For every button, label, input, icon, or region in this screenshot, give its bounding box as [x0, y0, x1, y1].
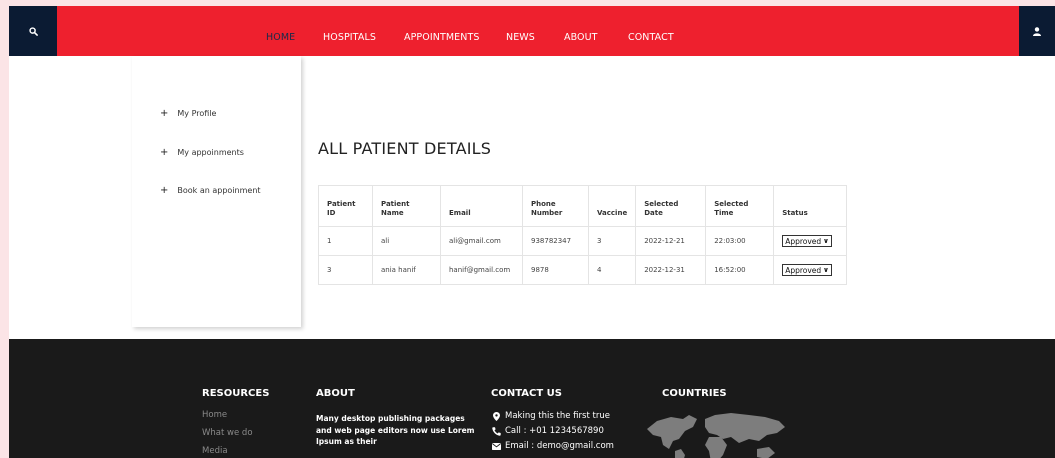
- footer-contact-phone: Call : +01 1234567890: [491, 426, 604, 436]
- main-nav: HOME HOSPITALS APPOINTMENTS NEWS ABOUT C…: [9, 6, 1055, 56]
- page-title: ALL PATIENT DETAILS: [318, 139, 492, 158]
- column-header: Email: [440, 185, 523, 227]
- footer-contact-line: Making this the first true: [505, 411, 610, 421]
- footer-resources-heading: RESOURCES: [202, 388, 270, 399]
- patient-table: Patient ID Patient Name Email Phone Numb…: [318, 185, 848, 285]
- cell-status: Approved ∨: [773, 255, 848, 285]
- footer-link-what-we-do[interactable]: What we do: [202, 428, 253, 438]
- status-value: Approved: [785, 236, 822, 246]
- status-select[interactable]: Approved ∨: [782, 264, 832, 276]
- sidebar-item-book-appointment[interactable]: + Book an appoinment: [160, 185, 261, 196]
- sidebar-item-my-profile[interactable]: + My Profile: [160, 108, 216, 119]
- cell-patient-id: 3: [318, 255, 373, 285]
- column-header: Selected Date: [635, 185, 707, 227]
- footer-contact-address: Making this the first true: [491, 411, 610, 421]
- sidebar-item-label: My Profile: [177, 109, 217, 118]
- envelope-icon: [491, 442, 501, 450]
- cell-time: 22:03:00: [705, 226, 775, 256]
- footer-countries-heading: COUNTRIES: [662, 388, 727, 399]
- world-map-icon: [647, 413, 785, 458]
- cell-phone: 938782347: [522, 226, 589, 256]
- top-navbar: HOME HOSPITALS APPOINTMENTS NEWS ABOUT C…: [9, 6, 1055, 56]
- cell-time: 16:52:00: [705, 255, 775, 285]
- footer-about-text: Many desktop publishing packages and web…: [316, 414, 475, 446]
- table-row: 1 ali ali@gmail.com 938782347 3 2022-12-…: [318, 226, 848, 256]
- footer-about-heading: ABOUT: [316, 388, 355, 399]
- user-account-button[interactable]: [1019, 6, 1055, 56]
- cell-patient-name: ali: [372, 226, 441, 256]
- nav-news[interactable]: NEWS: [506, 32, 535, 43]
- sidebar-item-my-appointments[interactable]: + My appoinments: [160, 147, 244, 158]
- cell-patient-id: 1: [318, 226, 373, 256]
- status-value: Approved: [785, 265, 822, 275]
- cell-date: 2022-12-21: [635, 226, 707, 256]
- cell-patient-name: ania hanif: [372, 255, 441, 285]
- plus-icon: +: [160, 108, 169, 119]
- footer-contact-email: Email : demo@gmail.com: [491, 441, 614, 451]
- nav-hospitals[interactable]: HOSPITALS: [323, 32, 376, 43]
- cell-status: Approved ∨: [773, 226, 848, 256]
- column-header: Status: [773, 185, 848, 227]
- sidebar: + My Profile + My appoinments + Book an app…: [132, 56, 301, 327]
- location-pin-icon: [491, 411, 501, 421]
- cell-vaccine: 3: [587, 226, 637, 256]
- footer-contact-line: Call : +01 1234567890: [505, 426, 604, 436]
- nav-contact[interactable]: CONTACT: [628, 32, 674, 43]
- status-select[interactable]: Approved ∨: [782, 235, 832, 247]
- cell-vaccine: 4: [587, 255, 637, 285]
- cell-date: 2022-12-31: [635, 255, 707, 285]
- footer-contact-heading: CONTACT US: [491, 388, 562, 399]
- table-header-row: Patient ID Patient Name Email Phone Numb…: [318, 185, 848, 227]
- cell-email: ali@gmail.com: [440, 226, 523, 256]
- column-header: Patient Name: [372, 185, 441, 227]
- phone-icon: [491, 426, 501, 436]
- footer-link-media[interactable]: Media: [202, 446, 228, 456]
- table-row: 3 ania hanif hanif@gmail.com 9878 4 2022…: [318, 255, 848, 285]
- cell-email: hanif@gmail.com: [440, 255, 523, 285]
- chevron-down-icon: ∨: [823, 237, 829, 245]
- footer-contact-line: Email : demo@gmail.com: [505, 441, 614, 451]
- footer-link-home[interactable]: Home: [202, 410, 227, 420]
- nav-home[interactable]: HOME: [266, 32, 295, 43]
- column-header: Vaccine: [587, 185, 637, 227]
- nav-appointments[interactable]: APPOINTMENTS: [404, 32, 479, 43]
- column-header: Selected Time: [705, 185, 775, 227]
- plus-icon: +: [160, 185, 169, 196]
- column-header: Phone Number: [522, 185, 589, 227]
- main-content: + My Profile + My appoinments + Book an app…: [9, 56, 1055, 339]
- footer: RESOURCES Home What we do Media ABOUT Ma…: [9, 339, 1055, 458]
- chevron-down-icon: ∨: [823, 266, 829, 274]
- user-icon: [1033, 26, 1041, 36]
- nav-about[interactable]: ABOUT: [564, 32, 598, 43]
- sidebar-item-label: My appoinments: [177, 148, 244, 157]
- plus-icon: +: [160, 147, 169, 158]
- cell-phone: 9878: [522, 255, 589, 285]
- column-header: Patient ID: [318, 185, 373, 227]
- sidebar-item-label: Book an appoinment: [177, 186, 261, 195]
